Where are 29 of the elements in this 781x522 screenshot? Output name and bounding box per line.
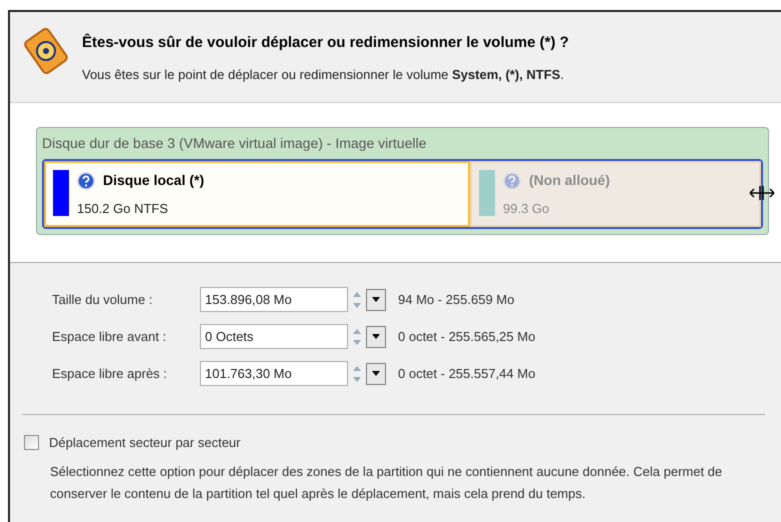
disk-title: Disque dur de base 3 (VMware virtual image) - Image virtuelle bbox=[42, 134, 428, 153]
field-label: Espace libre avant : bbox=[52, 328, 168, 346]
caret-icon bbox=[372, 297, 380, 302]
help-icon bbox=[503, 172, 521, 190]
dropdown-button[interactable] bbox=[366, 362, 386, 384]
range-text: 94 Mo - 255.659 Mo bbox=[398, 290, 514, 309]
dropdown-button[interactable] bbox=[366, 326, 386, 348]
caret-icon bbox=[372, 371, 380, 376]
partition[interactable]: Disque local (*) 150.2 Go NTFS bbox=[44, 161, 470, 227]
checkbox[interactable] bbox=[24, 435, 39, 450]
caret-icon bbox=[372, 334, 380, 339]
size-input[interactable]: 153.896,08 Mo bbox=[200, 287, 348, 312]
field-label: Taille du volume : bbox=[52, 290, 154, 309]
partition-size: 99.3 Go bbox=[503, 200, 550, 218]
checkbox-label: Déplacement secteur par secteur bbox=[49, 434, 240, 452]
dropdown-button[interactable] bbox=[366, 288, 386, 310]
size-input[interactable]: 0 Octets bbox=[200, 324, 348, 349]
resize-cursor-icon bbox=[749, 185, 775, 201]
partition-name: Disque local (*) bbox=[103, 171, 204, 190]
partition-name: (Non alloué) bbox=[529, 171, 610, 190]
range-text: 0 octet - 255.565,25 Mo bbox=[398, 328, 536, 346]
size-input[interactable]: 101.763,30 Mo bbox=[200, 361, 348, 386]
dialog-title: Êtes-vous sûr de vouloir déplacer ou redimensionner le volume (*) ? bbox=[82, 32, 569, 53]
help-icon bbox=[77, 172, 95, 190]
field-label: Espace libre après : bbox=[52, 364, 168, 383]
dialog-subtitle: Vous êtes sur le point de déplacer ou redimensionner le volume System, (*), NTFS. bbox=[82, 66, 565, 84]
partition-size: 150.2 Go NTFS bbox=[77, 200, 170, 218]
option-description: Sélectionnez cette option pour déplacer des zones de la partition qui ne contiennent aucune donnée. Cela permet de conserver le contenu de la partition tel quel après le déplacement, mais cela prend du temps. bbox=[50, 462, 724, 503]
range-text: 0 octet - 255.557,44 Mo bbox=[398, 364, 536, 383]
